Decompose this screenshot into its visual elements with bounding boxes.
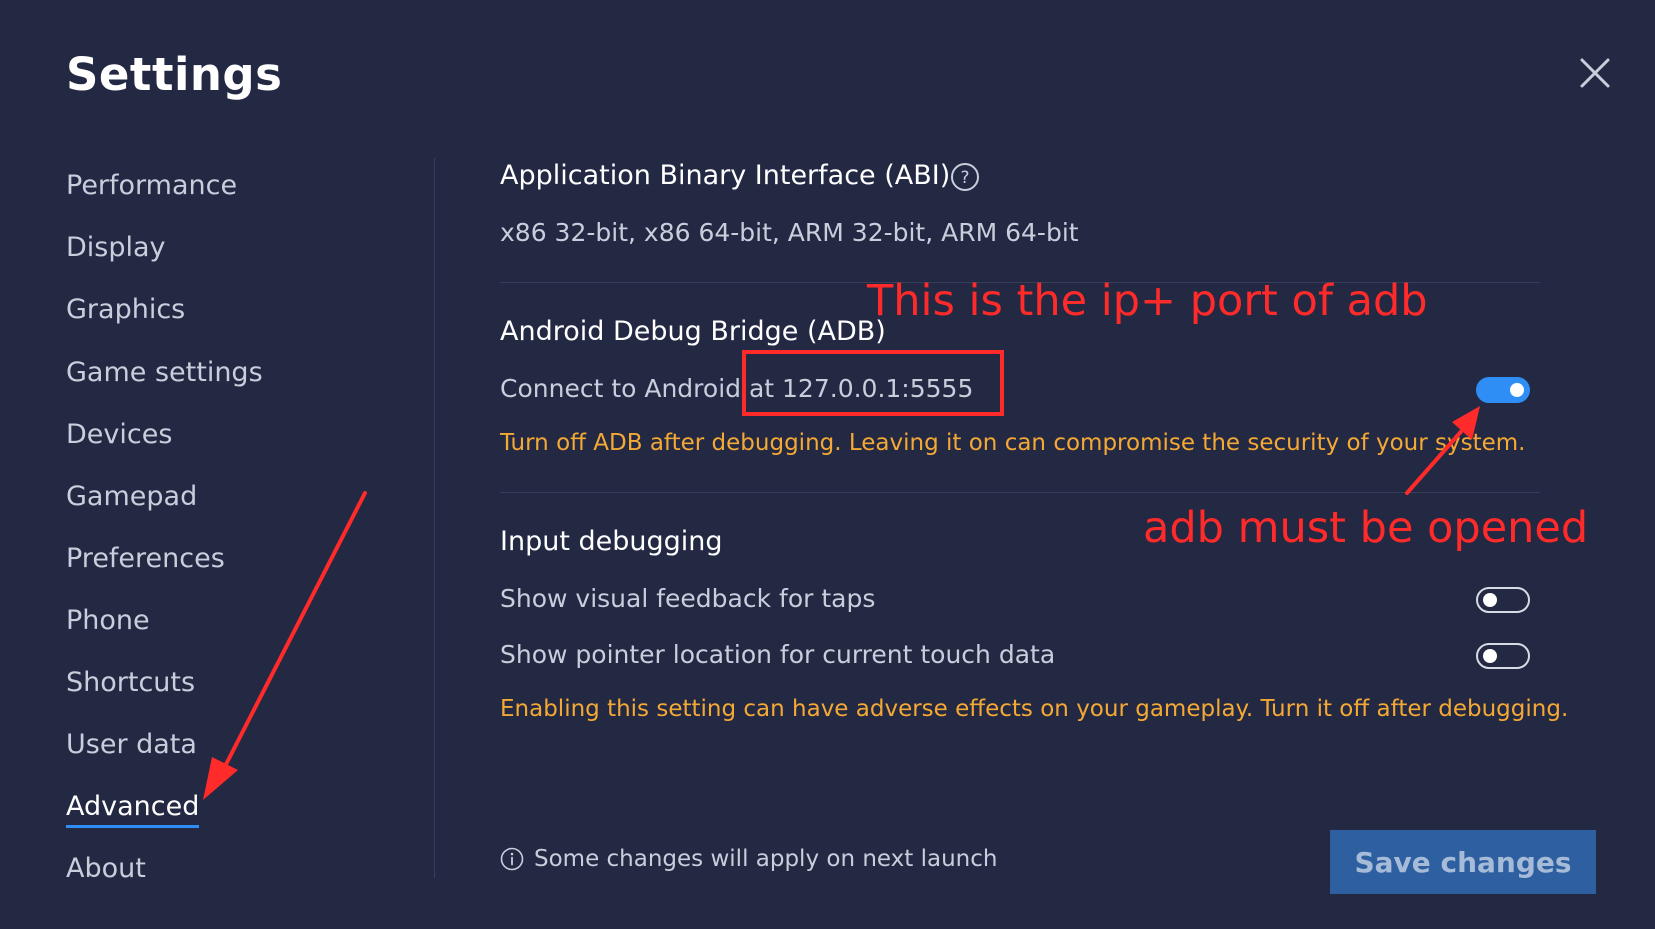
footer-note: Some changes will apply on next launch bbox=[500, 846, 997, 872]
close-button[interactable] bbox=[1574, 52, 1616, 94]
annotation-arrowhead-advanced bbox=[203, 757, 238, 800]
save-button[interactable]: Save changes bbox=[1330, 830, 1596, 894]
toggle-knob bbox=[1483, 649, 1497, 663]
input-debugging-warning: Enabling this setting can have adverse e… bbox=[500, 696, 1569, 722]
pointer-location-label: Show pointer location for current touch … bbox=[500, 640, 1056, 669]
adb-section-title: Android Debug Bridge (ADB) bbox=[500, 316, 886, 347]
sidebar-item-about[interactable]: About bbox=[66, 852, 146, 886]
sidebar-item-shortcuts[interactable]: Shortcuts bbox=[66, 666, 195, 700]
close-icon bbox=[1580, 58, 1610, 88]
sidebar-item-performance[interactable]: Performance bbox=[66, 169, 237, 203]
sidebar-item-advanced[interactable]: Advanced bbox=[66, 790, 200, 828]
toggle-knob bbox=[1483, 593, 1497, 607]
help-circle-icon: ? bbox=[951, 163, 979, 191]
help-button[interactable]: ? bbox=[950, 162, 980, 192]
annotation-toggle-label: adb must be opened bbox=[1143, 503, 1589, 553]
sidebar-item-phone[interactable]: Phone bbox=[66, 604, 150, 638]
section-divider bbox=[500, 492, 1540, 493]
sidebar-item-devices[interactable]: Devices bbox=[66, 418, 172, 452]
tap-feedback-toggle[interactable] bbox=[1476, 587, 1530, 613]
toggle-knob bbox=[1510, 383, 1524, 397]
sidebar-item-preferences[interactable]: Preferences bbox=[66, 542, 225, 576]
input-debugging-title: Input debugging bbox=[500, 526, 723, 557]
info-icon bbox=[500, 847, 524, 871]
annotation-ip-label: This is the ip+ port of adb bbox=[867, 276, 1428, 326]
annotation-box bbox=[742, 350, 1004, 416]
sidebar-item-graphics[interactable]: Graphics bbox=[66, 293, 185, 327]
sidebar-item-display[interactable]: Display bbox=[66, 231, 166, 265]
abi-value: x86 32-bit, x86 64-bit, ARM 32-bit, ARM … bbox=[500, 218, 1079, 247]
abi-section-title: Application Binary Interface (ABI) bbox=[500, 160, 951, 191]
sidebar-divider bbox=[434, 158, 435, 878]
pointer-location-toggle[interactable] bbox=[1476, 643, 1530, 669]
footer-note-text: Some changes will apply on next launch bbox=[534, 846, 998, 872]
page-title: Settings bbox=[66, 48, 283, 101]
annotation-arrows bbox=[203, 406, 1480, 800]
annotation-arrow-advanced bbox=[217, 491, 367, 780]
sidebar-item-gamepad[interactable]: Gamepad bbox=[66, 480, 197, 514]
sidebar-item-game-settings[interactable]: Game settings bbox=[66, 356, 263, 390]
adb-warning: Turn off ADB after debugging. Leaving it… bbox=[500, 430, 1526, 456]
svg-text:?: ? bbox=[960, 168, 969, 188]
tap-feedback-label: Show visual feedback for taps bbox=[500, 584, 876, 613]
adb-toggle[interactable] bbox=[1476, 377, 1530, 403]
sidebar-item-user-data[interactable]: User data bbox=[66, 728, 197, 762]
